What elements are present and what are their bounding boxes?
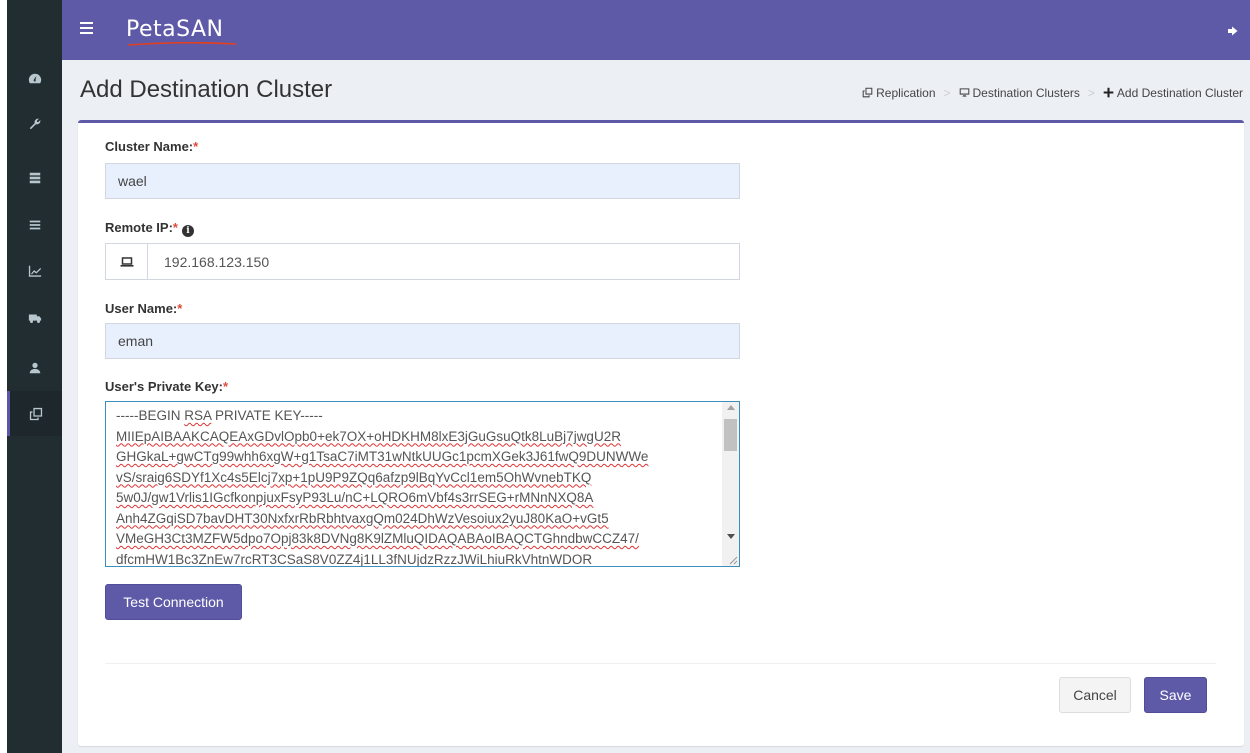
- plus-icon: [1103, 86, 1114, 100]
- required-mark: *: [193, 139, 199, 154]
- breadcrumb-separator: >: [943, 86, 951, 100]
- truck-icon: [28, 314, 41, 323]
- sidebar-item-replication[interactable]: [7, 391, 62, 436]
- required-mark: *: [223, 379, 229, 394]
- breadcrumb-separator: >: [1087, 86, 1095, 100]
- private-key-textarea[interactable]: -----BEGIN RSA PRIVATE KEY----- MIIEpAIB…: [105, 401, 740, 567]
- save-button[interactable]: Save: [1144, 677, 1207, 713]
- sidebar-item-dashboard[interactable]: [7, 56, 62, 101]
- chart-icon: [28, 265, 41, 277]
- app-logo[interactable]: PetaSAN: [126, 17, 224, 42]
- page-title: Add Destination Cluster: [80, 76, 333, 103]
- remote-ip-input-group: 192.168.123.150: [105, 243, 740, 280]
- sidebar-item-users[interactable]: [7, 345, 62, 390]
- desktop-icon: [959, 86, 970, 100]
- scroll-thumb[interactable]: [724, 419, 737, 451]
- required-mark: *: [172, 220, 178, 235]
- footer-divider: [105, 663, 1216, 664]
- form-box: Cluster Name:* wael Remote IP:* i 192.168…: [78, 120, 1244, 746]
- key-line: 5w0J/gw1Vrlis1IGcfkonpjuxFsyP93Lu/nC+LQR…: [116, 490, 594, 505]
- key-line: GHGkaL+gwCTg99whh6xgW+g1TsaC7iMT31wNtkUU…: [116, 449, 649, 464]
- sidebar: [7, 0, 62, 753]
- laptop-icon: [106, 244, 148, 279]
- logout-icon[interactable]: [1228, 26, 1238, 36]
- cluster-name-input[interactable]: wael: [105, 163, 740, 199]
- key-line: dfcmHW1Bc3ZnEw7rcRT3CSaS8V0ZZ4j1LL3fNUjd…: [116, 551, 593, 567]
- resize-grip-icon[interactable]: [728, 555, 738, 565]
- server-icon: [29, 172, 40, 183]
- user-icon: [29, 362, 40, 373]
- textarea-scrollbar[interactable]: [722, 402, 739, 566]
- cancel-button[interactable]: Cancel: [1059, 677, 1131, 713]
- user-name-label: User Name:*: [105, 301, 183, 316]
- scroll-up-arrow-icon[interactable]: [727, 405, 735, 410]
- sidebar-item-maintenance[interactable]: [7, 295, 62, 340]
- sidebar-item-configuration[interactable]: [7, 101, 62, 146]
- sidebar-item-statistics[interactable]: [7, 248, 62, 293]
- breadcrumb-replication[interactable]: Replication: [876, 86, 935, 100]
- breadcrumb-destination-clusters[interactable]: Destination Clusters: [973, 86, 1080, 100]
- logo-swoosh: [127, 42, 237, 46]
- info-icon[interactable]: i: [181, 225, 194, 237]
- key-line: VMeGH3Ct3MZFW5dpo7Opj83k8DVNg8K9lZMluQID…: [116, 531, 639, 546]
- key-line: Anh4ZGqiSD7bavDHT30NxfxrRbRbhtvaxgQm024D…: [116, 510, 609, 526]
- key-line: vS/sraig6SDYf1Xc4s5Elcj7xp+1pU9P9ZQq6afz…: [116, 469, 592, 485]
- scroll-down-arrow-icon[interactable]: [727, 534, 735, 539]
- window-edge: [0, 0, 7, 753]
- clone-icon: [862, 86, 873, 100]
- remote-ip-label: Remote IP:* i: [105, 220, 194, 237]
- sidebar-item-list[interactable]: [7, 202, 62, 247]
- cluster-name-label: Cluster Name:*: [105, 139, 199, 154]
- breadcrumb: Replication > Destination Clusters > Add…: [862, 86, 1243, 100]
- clone-icon: [29, 407, 43, 420]
- top-navbar: PetaSAN: [62, 0, 1250, 60]
- wrench-icon: [29, 118, 40, 129]
- user-name-input[interactable]: eman: [105, 323, 740, 359]
- sidebar-item-management[interactable]: [7, 155, 62, 200]
- list-icon: [29, 220, 40, 229]
- key-line: MIIEpAIBAAKCAQEAxGDvlOpb0+ek7OX+oHDKHM8l…: [116, 428, 621, 444]
- required-mark: *: [177, 301, 183, 316]
- breadcrumb-add-destination-cluster: Add Destination Cluster: [1116, 86, 1243, 100]
- remote-ip-input[interactable]: 192.168.123.150: [148, 244, 739, 279]
- key-line: -----BEGIN RSA PRIVATE KEY-----: [116, 408, 323, 423]
- menu-toggle-icon[interactable]: [80, 22, 93, 34]
- dashboard-icon: [28, 73, 41, 83]
- test-connection-button[interactable]: Test Connection: [105, 584, 242, 620]
- private-key-label: User's Private Key:*: [105, 379, 229, 394]
